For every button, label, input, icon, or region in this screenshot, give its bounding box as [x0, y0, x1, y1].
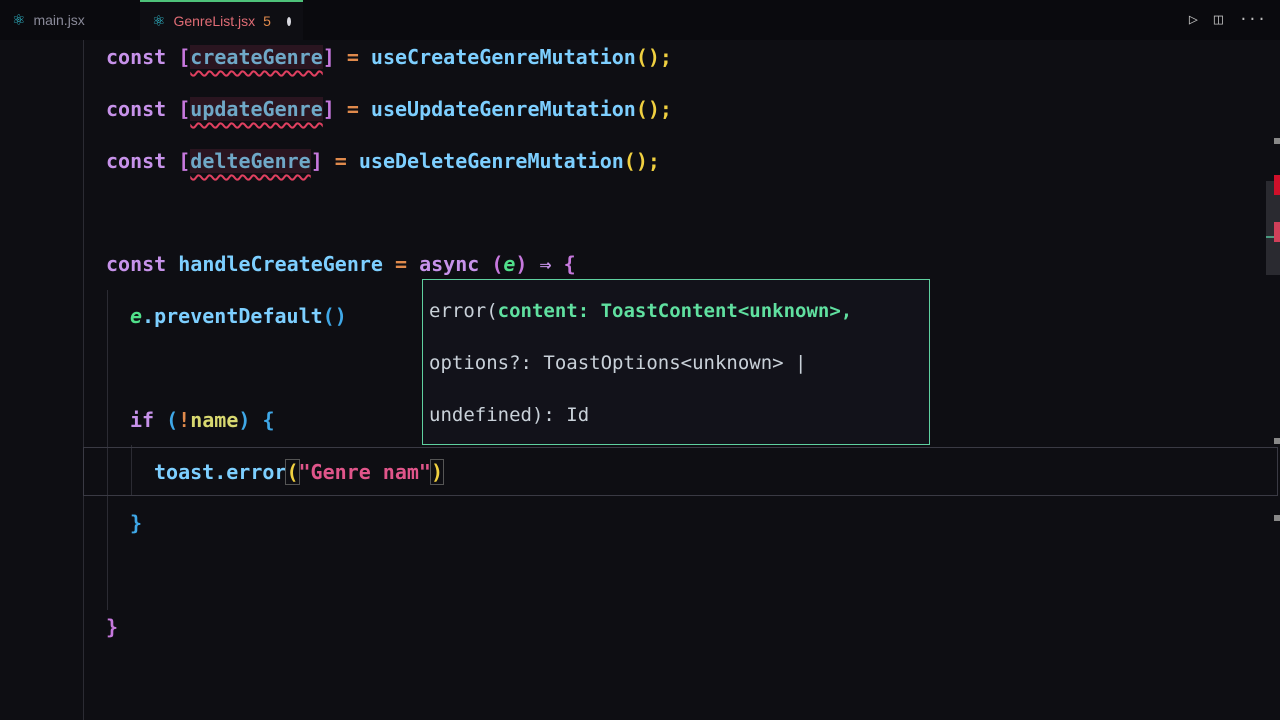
code-token: updateGenre — [190, 97, 323, 121]
code-token: async — [419, 252, 492, 276]
editor-scrollbar[interactable] — [1266, 40, 1280, 720]
code-token: createGenre — [190, 45, 323, 69]
code-token: ] — [322, 45, 335, 69]
unsaved-dot-icon[interactable] — [286, 16, 291, 26]
code-token: handleCreateGenre — [178, 252, 383, 276]
code-token: const — [106, 149, 179, 173]
run-icon[interactable]: ▷ — [1189, 10, 1198, 28]
code-token: const — [106, 45, 179, 69]
code-line[interactable]: const handleCreateGenre = async (e) ⇒ { — [106, 249, 576, 279]
code-token: options?: ToastOptions<unknown> | — [429, 352, 807, 374]
code-line[interactable]: const [delteGenre] = useDeleteGenreMutat… — [106, 146, 660, 176]
code-line[interactable]: } — [106, 612, 118, 642]
code-token: ) — [238, 408, 263, 432]
code-token: ( — [166, 408, 179, 432]
code-token: toast.error — [154, 460, 287, 484]
code-token: error( — [429, 300, 498, 322]
code-token: ] — [310, 149, 323, 173]
code-token: (); — [635, 97, 672, 121]
code-token: delteGenre — [190, 149, 311, 173]
tab-main-jsx[interactable]: ⚛ main.jsx — [0, 0, 97, 40]
code-line[interactable]: if (!name) { — [130, 405, 275, 435]
code-token: () — [322, 304, 347, 328]
code-token: ) — [515, 252, 528, 276]
signature-help-tooltip: error(content: ToastContent<unknown>, op… — [422, 279, 930, 445]
code-token: ( — [491, 252, 504, 276]
code-token: useCreateGenreMutation — [370, 45, 636, 69]
tab-label: GenreList.jsx — [173, 13, 256, 29]
code-line[interactable]: e.preventDefault() — [130, 301, 347, 331]
code-token: = — [334, 45, 371, 69]
code-token: const — [106, 252, 179, 276]
code-token: = — [322, 149, 359, 173]
code-token: { — [262, 408, 275, 432]
react-icon: ⚛ — [12, 12, 26, 29]
code-token: "Genre nam" — [298, 460, 431, 484]
code-token: ] — [322, 97, 335, 121]
code-token: name — [190, 408, 239, 432]
code-token: (); — [623, 149, 660, 173]
split-editor-icon[interactable]: ◫ — [1214, 10, 1223, 28]
tab-genrelist-jsx[interactable]: ⚛ GenreList.jsx 5 — [140, 0, 303, 40]
code-token: (); — [635, 45, 672, 69]
code-line[interactable]: } — [130, 508, 142, 538]
code-token: e — [130, 304, 143, 328]
indent-guide — [83, 40, 84, 720]
code-token: = — [382, 252, 420, 276]
code-token: [ — [178, 97, 191, 121]
code-token: useDeleteGenreMutation — [358, 149, 624, 173]
code-token: .preventDefault — [142, 304, 323, 328]
code-token: ) — [429, 459, 445, 485]
code-token: undefined): Id — [429, 404, 590, 426]
tab-label: main.jsx — [33, 12, 85, 28]
code-token: if — [130, 408, 167, 432]
code-line[interactable]: const [createGenre] = useCreateGenreMuta… — [106, 42, 672, 72]
code-token: ⇒ — [527, 252, 564, 276]
code-token: ! — [178, 408, 191, 432]
code-token: e — [503, 252, 516, 276]
react-icon: ⚛ — [152, 13, 166, 30]
code-token: const — [106, 97, 179, 121]
code-token: { — [563, 252, 576, 276]
code-token: [ — [178, 45, 191, 69]
more-actions-icon[interactable]: ··· — [1239, 10, 1266, 28]
code-line[interactable]: const [updateGenre] = useUpdateGenreMuta… — [106, 94, 672, 124]
code-token: ( — [285, 459, 300, 485]
code-line[interactable]: toast.error("Genre nam") — [154, 457, 445, 487]
code-token: [ — [178, 149, 191, 173]
code-token: = — [334, 97, 371, 121]
code-token: content: ToastContent<unknown>, — [497, 300, 853, 322]
tab-bar: ⚛ main.jsx ⚛ GenreList.jsx 5 ▷ ◫ ··· — [0, 0, 1280, 40]
code-token: useUpdateGenreMutation — [370, 97, 636, 121]
problems-count: 5 — [263, 13, 271, 29]
